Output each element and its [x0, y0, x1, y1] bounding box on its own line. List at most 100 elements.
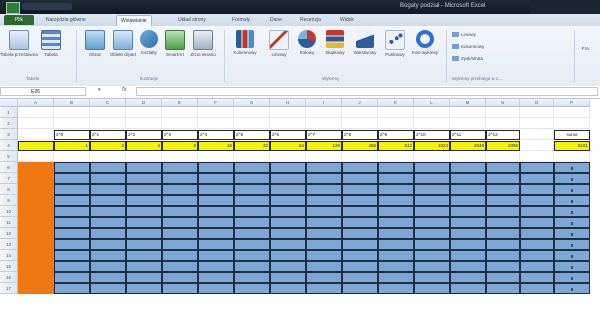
input-cell-blue[interactable] — [486, 184, 520, 195]
grid-cell[interactable] — [54, 107, 90, 118]
row-header[interactable]: 10 — [0, 206, 18, 217]
input-cell-blue[interactable] — [520, 239, 554, 250]
quick-access-toolbar[interactable] — [22, 3, 72, 10]
grid-cell[interactable] — [270, 118, 306, 129]
input-cell-blue[interactable] — [414, 162, 450, 173]
input-cell-blue[interactable] — [234, 195, 270, 206]
grid-cell[interactable] — [126, 107, 162, 118]
table-button[interactable]: Tabela — [34, 30, 68, 58]
row-header[interactable]: 5 — [0, 151, 18, 162]
row-header[interactable]: 7 — [0, 173, 18, 184]
input-cell-blue[interactable] — [378, 261, 414, 272]
input-cell-blue[interactable] — [126, 239, 162, 250]
input-cell-blue[interactable] — [342, 184, 378, 195]
tab-home[interactable]: Narzędzia główne — [46, 15, 86, 25]
input-cell-blue[interactable] — [234, 228, 270, 239]
input-cell-blue[interactable] — [520, 228, 554, 239]
sum-result-cell[interactable]: 0 — [554, 272, 590, 283]
input-cell-blue[interactable] — [342, 206, 378, 217]
grid-cell[interactable] — [520, 140, 554, 151]
scatter-chart-button[interactable]: Punktowy — [378, 30, 412, 58]
input-cell-blue[interactable] — [486, 228, 520, 239]
input-cell-blue[interactable] — [126, 283, 162, 294]
grid-cell[interactable] — [234, 107, 270, 118]
input-cell-blue[interactable] — [162, 261, 198, 272]
input-cell-blue[interactable] — [450, 184, 486, 195]
input-cell-blue[interactable] — [306, 217, 342, 228]
grid-cell[interactable] — [520, 107, 554, 118]
grid-cell[interactable] — [270, 151, 306, 162]
input-cell-blue[interactable] — [90, 239, 126, 250]
grid-cell[interactable] — [450, 118, 486, 129]
row-header[interactable]: 8 — [0, 184, 18, 195]
input-cell-blue[interactable] — [486, 206, 520, 217]
input-cell-orange[interactable] — [18, 239, 54, 250]
input-cell-blue[interactable] — [234, 162, 270, 173]
input-cell-blue[interactable] — [270, 228, 306, 239]
input-cell-blue[interactable] — [306, 228, 342, 239]
input-cell-blue[interactable] — [90, 250, 126, 261]
input-cell-blue[interactable] — [234, 173, 270, 184]
input-cell-blue[interactable] — [54, 206, 90, 217]
column-header[interactable]: M — [450, 99, 486, 107]
grid-cell[interactable] — [450, 151, 486, 162]
grid-cell[interactable] — [378, 107, 414, 118]
slicer-button[interactable]: Fra — [582, 46, 589, 51]
input-cell-blue[interactable] — [520, 162, 554, 173]
input-cell-orange[interactable] — [18, 195, 54, 206]
row-header[interactable]: 14 — [0, 250, 18, 261]
input-cell-blue[interactable] — [234, 206, 270, 217]
input-cell-blue[interactable] — [378, 184, 414, 195]
input-cell-blue[interactable] — [162, 162, 198, 173]
input-cell-blue[interactable] — [414, 195, 450, 206]
grid-cell[interactable] — [554, 107, 590, 118]
grid-cell[interactable] — [18, 107, 54, 118]
input-cell-blue[interactable] — [162, 283, 198, 294]
value-cell[interactable]: 32 — [234, 141, 270, 151]
grid-cell[interactable] — [520, 129, 554, 140]
input-cell-blue[interactable] — [486, 195, 520, 206]
input-cell-blue[interactable] — [54, 250, 90, 261]
input-cell-blue[interactable] — [306, 206, 342, 217]
value-cell[interactable]: 4 — [126, 141, 162, 151]
column-header[interactable]: J — [342, 99, 378, 107]
input-cell-blue[interactable] — [162, 217, 198, 228]
input-cell-blue[interactable] — [378, 195, 414, 206]
input-cell-blue[interactable] — [378, 283, 414, 294]
column-header[interactable]: O — [520, 99, 554, 107]
input-cell-blue[interactable] — [306, 239, 342, 250]
input-cell-blue[interactable] — [414, 261, 450, 272]
value-cell[interactable]: 2048 — [450, 141, 486, 151]
input-cell-blue[interactable] — [486, 261, 520, 272]
input-cell-blue[interactable] — [54, 195, 90, 206]
input-cell-blue[interactable] — [486, 272, 520, 283]
input-cell-blue[interactable] — [90, 195, 126, 206]
grid-cell[interactable] — [342, 107, 378, 118]
input-cell-blue[interactable] — [450, 217, 486, 228]
value-cell[interactable]: 256 — [342, 141, 378, 151]
input-cell-blue[interactable] — [270, 272, 306, 283]
formula-input[interactable] — [136, 87, 598, 96]
input-cell-blue[interactable] — [162, 195, 198, 206]
grid-cell[interactable] — [126, 151, 162, 162]
row-header[interactable]: 13 — [0, 239, 18, 250]
row-header[interactable]: 12 — [0, 228, 18, 239]
input-cell-blue[interactable] — [162, 272, 198, 283]
input-cell-blue[interactable] — [234, 250, 270, 261]
input-cell-blue[interactable] — [162, 239, 198, 250]
power-header-cell[interactable]: 2^3 — [162, 130, 198, 140]
input-cell-blue[interactable] — [378, 162, 414, 173]
grid-cell[interactable] — [342, 118, 378, 129]
input-cell-blue[interactable] — [270, 261, 306, 272]
column-header[interactable]: H — [270, 99, 306, 107]
power-header-cell[interactable]: 2^10 — [414, 130, 450, 140]
input-cell-blue[interactable] — [162, 184, 198, 195]
input-cell-blue[interactable] — [520, 261, 554, 272]
column-header[interactable]: I — [306, 99, 342, 107]
input-cell-blue[interactable] — [342, 261, 378, 272]
grid-cell[interactable] — [198, 107, 234, 118]
input-cell-blue[interactable] — [520, 250, 554, 261]
input-cell-blue[interactable] — [486, 217, 520, 228]
input-cell-blue[interactable] — [234, 261, 270, 272]
power-header-cell[interactable]: 2^8 — [342, 130, 378, 140]
